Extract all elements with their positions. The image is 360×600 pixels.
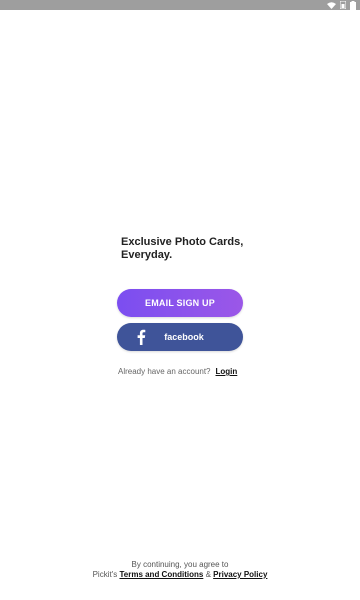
email-signup-label: EMAIL SIGN UP	[145, 298, 215, 308]
login-link[interactable]: Login	[216, 367, 238, 376]
signal-icon	[340, 1, 346, 9]
login-prompt-text: Already have an account?	[118, 367, 211, 376]
login-prompt: Already have an account? Login	[118, 367, 258, 376]
tagline-line-2: Everyday.	[121, 249, 173, 261]
legal-line-1: By continuing, you agree to	[131, 560, 229, 569]
facebook-login-button[interactable]: facebook	[117, 323, 243, 351]
signup-screen: Exclusive Photo Cards, Everyday. EMAIL S…	[0, 0, 360, 600]
legal-notice: By continuing, you agree to Pickit's Ter…	[0, 560, 360, 580]
status-bar	[0, 0, 360, 10]
privacy-link[interactable]: Privacy Policy	[213, 570, 267, 579]
legal-line-2: Pickit's Terms and Conditions & Privacy …	[0, 570, 360, 580]
wifi-icon	[327, 1, 336, 9]
terms-link[interactable]: Terms and Conditions	[119, 570, 203, 579]
legal-prefix: Pickit's	[92, 570, 118, 579]
battery-icon	[350, 0, 356, 10]
email-signup-button[interactable]: EMAIL SIGN UP	[117, 289, 243, 317]
tagline: Exclusive Photo Cards, Everyday.	[121, 236, 281, 262]
tagline-line-1: Exclusive Photo Cards,	[121, 236, 244, 248]
legal-joiner: &	[205, 570, 211, 579]
facebook-label: facebook	[164, 332, 204, 342]
status-icons	[327, 0, 356, 10]
